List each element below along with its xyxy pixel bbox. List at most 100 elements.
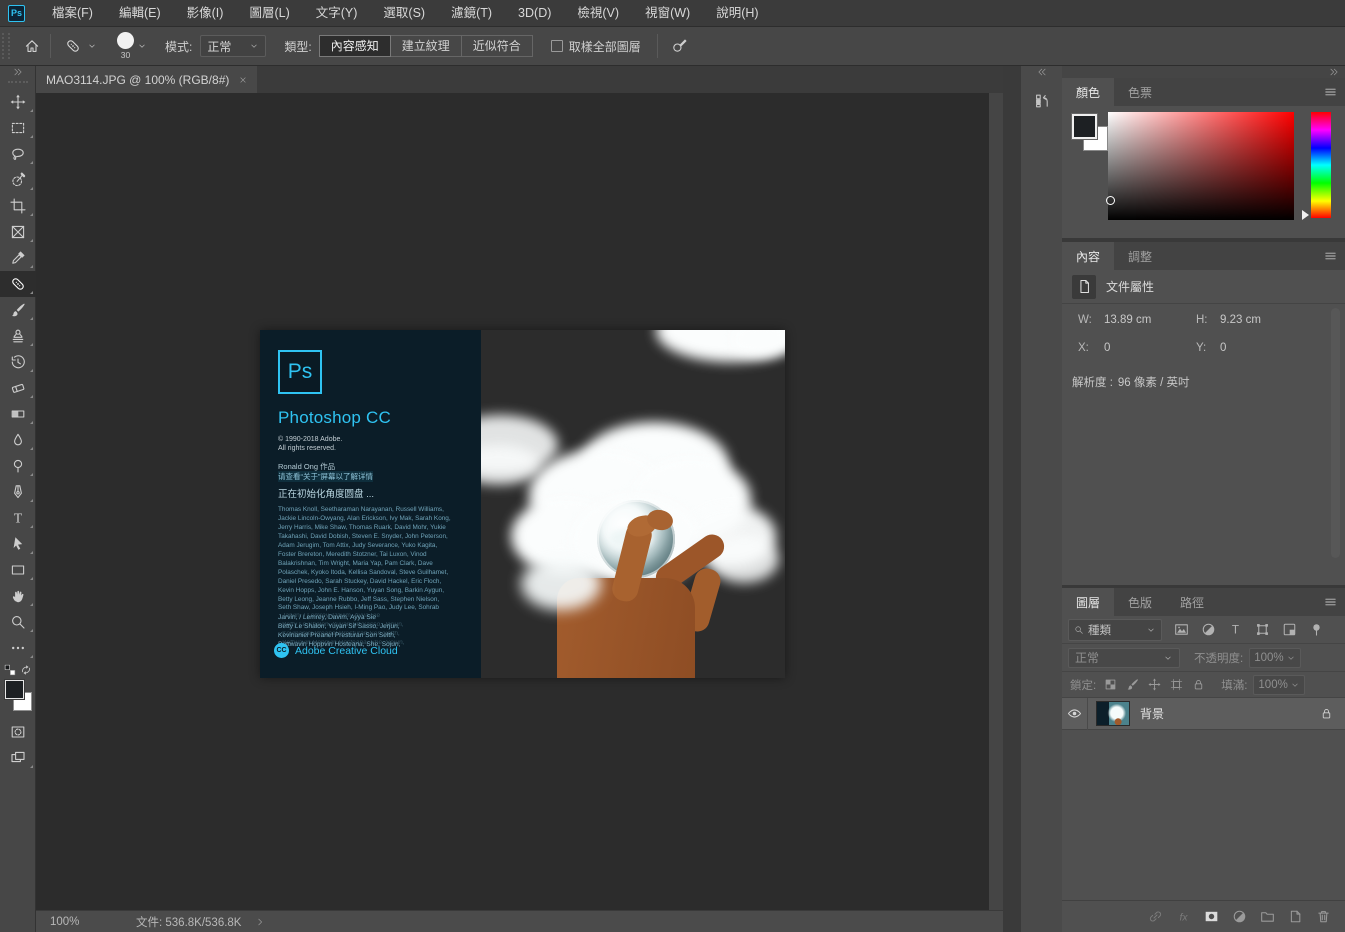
foreground-color-swatch[interactable] [1072, 114, 1097, 139]
layers-tab-3[interactable]: 路徑 [1166, 588, 1218, 616]
layer-name[interactable]: 背景 [1140, 705, 1320, 722]
sample-all-layers-checkbox[interactable] [551, 40, 563, 52]
height-value[interactable]: 9.23 cm [1220, 314, 1312, 326]
color-tab-1[interactable]: 顏色 [1062, 78, 1114, 106]
opacity-input[interactable]: 100% [1249, 648, 1301, 668]
eraser-tool[interactable] [0, 375, 36, 401]
zoom-tool[interactable] [0, 609, 36, 635]
history-panel-button[interactable] [1023, 86, 1060, 116]
brush-size-picker[interactable]: 30 [117, 32, 134, 60]
filter-shape-layers-icon[interactable] [1255, 622, 1270, 637]
menu-item-10[interactable]: 視窗(W) [632, 0, 703, 26]
gradient-tool[interactable] [0, 401, 36, 427]
fill-input[interactable]: 100% [1253, 675, 1305, 695]
layer-visibility-toggle[interactable] [1062, 698, 1088, 730]
collapse-toolbar-icon[interactable] [13, 67, 23, 77]
history-brush-tool[interactable] [0, 349, 36, 375]
menu-item-3[interactable]: 影像(I) [174, 0, 237, 26]
delete-layer-icon[interactable] [1316, 909, 1331, 924]
menu-item-8[interactable]: 3D(D) [505, 0, 564, 26]
type-button-1[interactable]: 內容感知 [319, 35, 391, 57]
app-logo[interactable]: Ps [8, 5, 25, 22]
home-icon[interactable] [24, 38, 40, 54]
menu-item-9[interactable]: 檢視(V) [564, 0, 632, 26]
default-colors-icon[interactable] [4, 664, 16, 676]
lock-all-icon[interactable] [1192, 678, 1205, 691]
menu-item-5[interactable]: 文字(Y) [303, 0, 371, 26]
dodge-tool[interactable] [0, 453, 36, 479]
lock-transparent-pixels-icon[interactable] [1104, 678, 1117, 691]
menu-item-1[interactable]: 檔案(F) [39, 0, 106, 26]
properties-scrollbar[interactable] [1331, 308, 1340, 558]
menu-item-11[interactable]: 說明(H) [703, 0, 771, 26]
zoom-level[interactable]: 100% [50, 916, 94, 928]
filter-smart-objects-icon[interactable] [1282, 622, 1297, 637]
layers-tab-2[interactable]: 色版 [1114, 588, 1166, 616]
type-tool[interactable]: T [0, 505, 36, 531]
lock-position-icon[interactable] [1148, 678, 1161, 691]
lock-image-pixels-icon[interactable] [1126, 678, 1139, 691]
crop-tool[interactable] [0, 193, 36, 219]
color-panel-menu-icon[interactable] [1324, 86, 1337, 99]
quick-selection-tool[interactable] [0, 167, 36, 193]
layer-thumbnail[interactable] [1096, 701, 1130, 726]
filter-toggle-pin-icon[interactable] [1309, 622, 1324, 637]
type-button-2[interactable]: 建立紋理 [390, 35, 462, 57]
eyedropper-tool[interactable] [0, 245, 36, 271]
menu-item-4[interactable]: 圖層(L) [236, 0, 302, 26]
current-tool-preview[interactable] [61, 35, 101, 57]
hue-slider[interactable] [1311, 112, 1331, 218]
brush-tool[interactable] [0, 297, 36, 323]
layer-style-icon[interactable]: fx [1176, 909, 1191, 924]
canvas-area[interactable]: Ps Photoshop CC © 1990-2018 Adobe. All r… [36, 93, 1003, 910]
clone-stamp-tool[interactable] [0, 323, 36, 349]
layer-filter-select[interactable]: 種類 [1068, 619, 1162, 641]
menu-item-7[interactable]: 濾鏡(T) [438, 0, 505, 26]
hand-tool[interactable] [0, 583, 36, 609]
layer-row-background[interactable]: 背景 [1062, 698, 1345, 730]
menu-item-6[interactable]: 選取(S) [370, 0, 438, 26]
chevron-down-icon[interactable] [137, 41, 147, 51]
layer-lock-icon[interactable] [1320, 707, 1333, 720]
foreground-color-swatch[interactable] [5, 680, 24, 699]
color-field-marker[interactable] [1106, 196, 1115, 205]
x-value[interactable]: 0 [1104, 342, 1196, 354]
new-group-icon[interactable] [1260, 909, 1275, 924]
status-expand-icon[interactable] [255, 917, 265, 927]
layers-panel-menu-icon[interactable] [1324, 596, 1337, 609]
properties-panel-menu-icon[interactable] [1324, 250, 1337, 263]
layers-tab-1[interactable]: 圖層 [1062, 588, 1114, 616]
document-tab[interactable]: MAO3114.JPG @ 100% (RGB/8#) [36, 66, 257, 93]
rectangular-marquee-tool[interactable] [0, 115, 36, 141]
lasso-tool[interactable] [0, 141, 36, 167]
y-value[interactable]: 0 [1220, 342, 1312, 354]
color-tab-2[interactable]: 色票 [1114, 78, 1166, 106]
pen-tool[interactable] [0, 479, 36, 505]
rectangle-tool[interactable] [0, 557, 36, 583]
properties-tab-1[interactable]: 內容 [1062, 242, 1114, 270]
swap-colors-icon[interactable] [20, 664, 32, 676]
pressure-size-icon[interactable] [672, 38, 688, 54]
hue-slider-marker[interactable] [1302, 210, 1309, 220]
filter-adjustment-layers-icon[interactable] [1201, 622, 1216, 637]
path-selection-tool[interactable] [0, 531, 36, 557]
link-layers-icon[interactable] [1148, 909, 1163, 924]
lock-artboard-nesting-icon[interactable] [1170, 678, 1183, 691]
spot-healing-brush-tool[interactable] [0, 271, 36, 297]
canvas-vertical-scrollbar[interactable] [989, 93, 1003, 910]
blend-mode-select[interactable]: 正常 [1068, 648, 1180, 668]
mode-select[interactable]: 正常 [200, 35, 266, 57]
new-layer-icon[interactable] [1288, 909, 1303, 924]
expand-dock-icon[interactable] [1037, 67, 1047, 77]
close-tab-icon[interactable] [239, 76, 247, 84]
screen-mode-button[interactable] [0, 745, 36, 771]
width-value[interactable]: 13.89 cm [1104, 314, 1196, 326]
collapse-dock-icon[interactable] [1329, 67, 1339, 77]
blur-tool[interactable] [0, 427, 36, 453]
saturation-brightness-field[interactable] [1108, 112, 1294, 220]
new-adjustment-layer-icon[interactable] [1232, 909, 1247, 924]
move-tool[interactable] [0, 89, 36, 115]
filter-type-layers-icon[interactable]: T [1228, 622, 1243, 637]
menu-item-2[interactable]: 編輯(E) [106, 0, 174, 26]
filter-pixel-layers-icon[interactable] [1174, 622, 1189, 637]
